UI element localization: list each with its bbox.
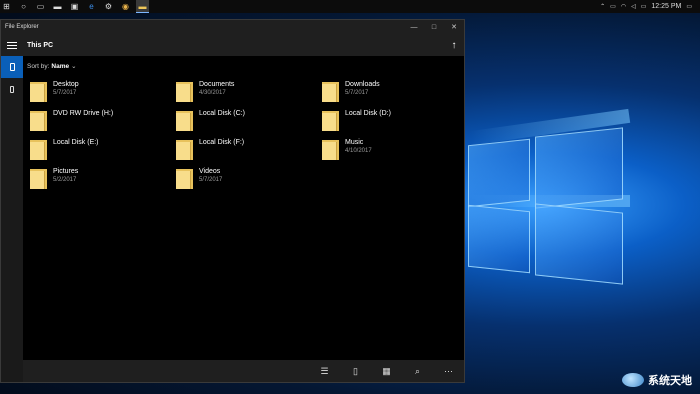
- item-date: 4/10/2017: [345, 148, 372, 154]
- file-list: Sort by: Name ⌄ Desktop 5/7/2017 Document…: [23, 56, 464, 360]
- window-logo-pane: [535, 203, 623, 285]
- window-logo-pane: [468, 204, 530, 274]
- edge-icon[interactable]: e: [85, 0, 98, 13]
- item-name: Local Disk (E:): [53, 139, 99, 146]
- folder-icon: [30, 82, 47, 102]
- device-icon: [9, 63, 15, 71]
- drive-icon: [176, 111, 193, 131]
- settings-icon[interactable]: ⚙: [102, 0, 115, 13]
- item-name: Pictures: [53, 168, 79, 175]
- file-explorer-window: File Explorer — □ ✕ This PC ↑ Sort by: N…: [0, 19, 465, 383]
- minimize-button[interactable]: —: [404, 20, 424, 34]
- item-name: Music: [345, 139, 364, 146]
- sidebar-item-sd-card[interactable]: [1, 78, 23, 100]
- grid-view-icon[interactable]: ▦: [371, 360, 402, 382]
- item-date: 4/30/2017: [199, 90, 226, 96]
- item-name: DVD RW Drive (H:): [53, 110, 114, 117]
- more-options-icon[interactable]: ⋯: [433, 360, 464, 382]
- sidebar-item-this-device[interactable]: [1, 56, 23, 78]
- maximize-button[interactable]: □: [424, 20, 444, 34]
- list-item[interactable]: Local Disk (C:): [176, 109, 316, 135]
- item-name: Videos: [199, 168, 221, 175]
- item-date: 5/7/2017: [199, 177, 223, 183]
- folder-icon: [176, 169, 193, 189]
- sort-label: Sort by:: [27, 62, 50, 70]
- list-item[interactable]: Downloads 5/7/2017: [322, 80, 462, 106]
- device-view-icon[interactable]: ▯: [340, 360, 371, 382]
- system-tray: ⌃ ▭ ◠ ◁ ▭ 12:25 PM ▭: [600, 0, 700, 13]
- start-icon[interactable]: ⊞: [0, 0, 13, 13]
- watermark-logo-icon: [622, 373, 644, 387]
- sd-card-icon: [10, 85, 14, 93]
- folder-icon: [30, 169, 47, 189]
- folder-icon: [176, 82, 193, 102]
- list-item[interactable]: Local Disk (F:): [176, 138, 316, 164]
- keyboard-icon[interactable]: ▭: [641, 3, 647, 10]
- chevron-up-icon[interactable]: ⌃: [600, 3, 605, 10]
- folder-icon: [322, 140, 339, 160]
- item-name: Local Disk (F:): [199, 139, 245, 146]
- folder-icon[interactable]: ▬: [51, 0, 64, 13]
- chrome-icon[interactable]: ◉: [119, 0, 132, 13]
- search-icon[interactable]: ○: [17, 0, 30, 13]
- location-title: This PC: [27, 41, 54, 49]
- list-item[interactable]: Music 4/10/2017: [322, 138, 462, 164]
- item-date: 5/7/2017: [345, 90, 369, 96]
- list-item[interactable]: Videos 5/7/2017: [176, 167, 316, 193]
- file-explorer-icon[interactable]: ▬: [136, 0, 149, 13]
- folder-icon: [322, 82, 339, 102]
- item-date: 5/7/2017: [53, 90, 77, 96]
- list-item[interactable]: DVD RW Drive (H:): [30, 109, 170, 135]
- store-icon[interactable]: ▣: [68, 0, 81, 13]
- wifi-icon[interactable]: ◠: [621, 3, 626, 10]
- selection-mode-icon[interactable]: ☰: [309, 360, 340, 382]
- window-logo-pane: [535, 127, 623, 209]
- volume-icon[interactable]: ◁: [631, 3, 636, 10]
- drive-icon: [322, 111, 339, 131]
- action-center-icon[interactable]: ▭: [686, 3, 692, 10]
- item-date: 5/2/2017: [53, 177, 77, 183]
- title-bar[interactable]: File Explorer — □ ✕: [1, 20, 464, 34]
- sort-value: Name: [51, 62, 70, 70]
- search-icon[interactable]: ⌕: [402, 360, 433, 382]
- list-item[interactable]: Pictures 5/2/2017: [30, 167, 170, 193]
- sort-control[interactable]: Sort by: Name ⌄: [27, 62, 77, 71]
- notification-icon[interactable]: ▭: [610, 3, 616, 10]
- item-name: Downloads: [345, 81, 380, 88]
- close-button[interactable]: ✕: [444, 20, 464, 34]
- sidebar: [1, 56, 23, 382]
- chevron-down-icon: ⌄: [71, 63, 77, 70]
- list-item[interactable]: Desktop 5/7/2017: [30, 80, 170, 106]
- command-bar: ☰ ▯ ▦ ⌕ ⋯: [23, 360, 464, 382]
- item-name: Documents: [199, 81, 235, 88]
- item-name: Desktop: [53, 81, 79, 88]
- taskbar: ⊞ ○ ▭ ▬ ▣ e ⚙ ◉ ▬ ⌃ ▭ ◠ ◁ ▭ 12:25 PM ▭: [0, 0, 700, 13]
- menu-icon[interactable]: [1, 34, 23, 56]
- list-item[interactable]: Local Disk (E:): [30, 138, 170, 164]
- item-name: Local Disk (D:): [345, 110, 391, 117]
- window-logo-pane: [468, 138, 530, 208]
- window-title: File Explorer: [5, 24, 39, 30]
- watermark: 系统天地: [622, 372, 692, 388]
- list-item[interactable]: Documents 4/30/2017: [176, 80, 316, 106]
- item-name: Local Disk (C:): [199, 110, 245, 117]
- drive-icon: [30, 140, 47, 160]
- list-item[interactable]: Local Disk (D:): [322, 109, 462, 135]
- clock[interactable]: 12:25 PM: [651, 3, 681, 10]
- drive-icon: [176, 140, 193, 160]
- drive-icon: [30, 111, 47, 131]
- task-view-icon[interactable]: ▭: [34, 0, 47, 13]
- watermark-text: 系统天地: [648, 375, 692, 387]
- nav-bar: This PC ↑: [1, 34, 464, 56]
- up-arrow-icon[interactable]: ↑: [444, 34, 464, 56]
